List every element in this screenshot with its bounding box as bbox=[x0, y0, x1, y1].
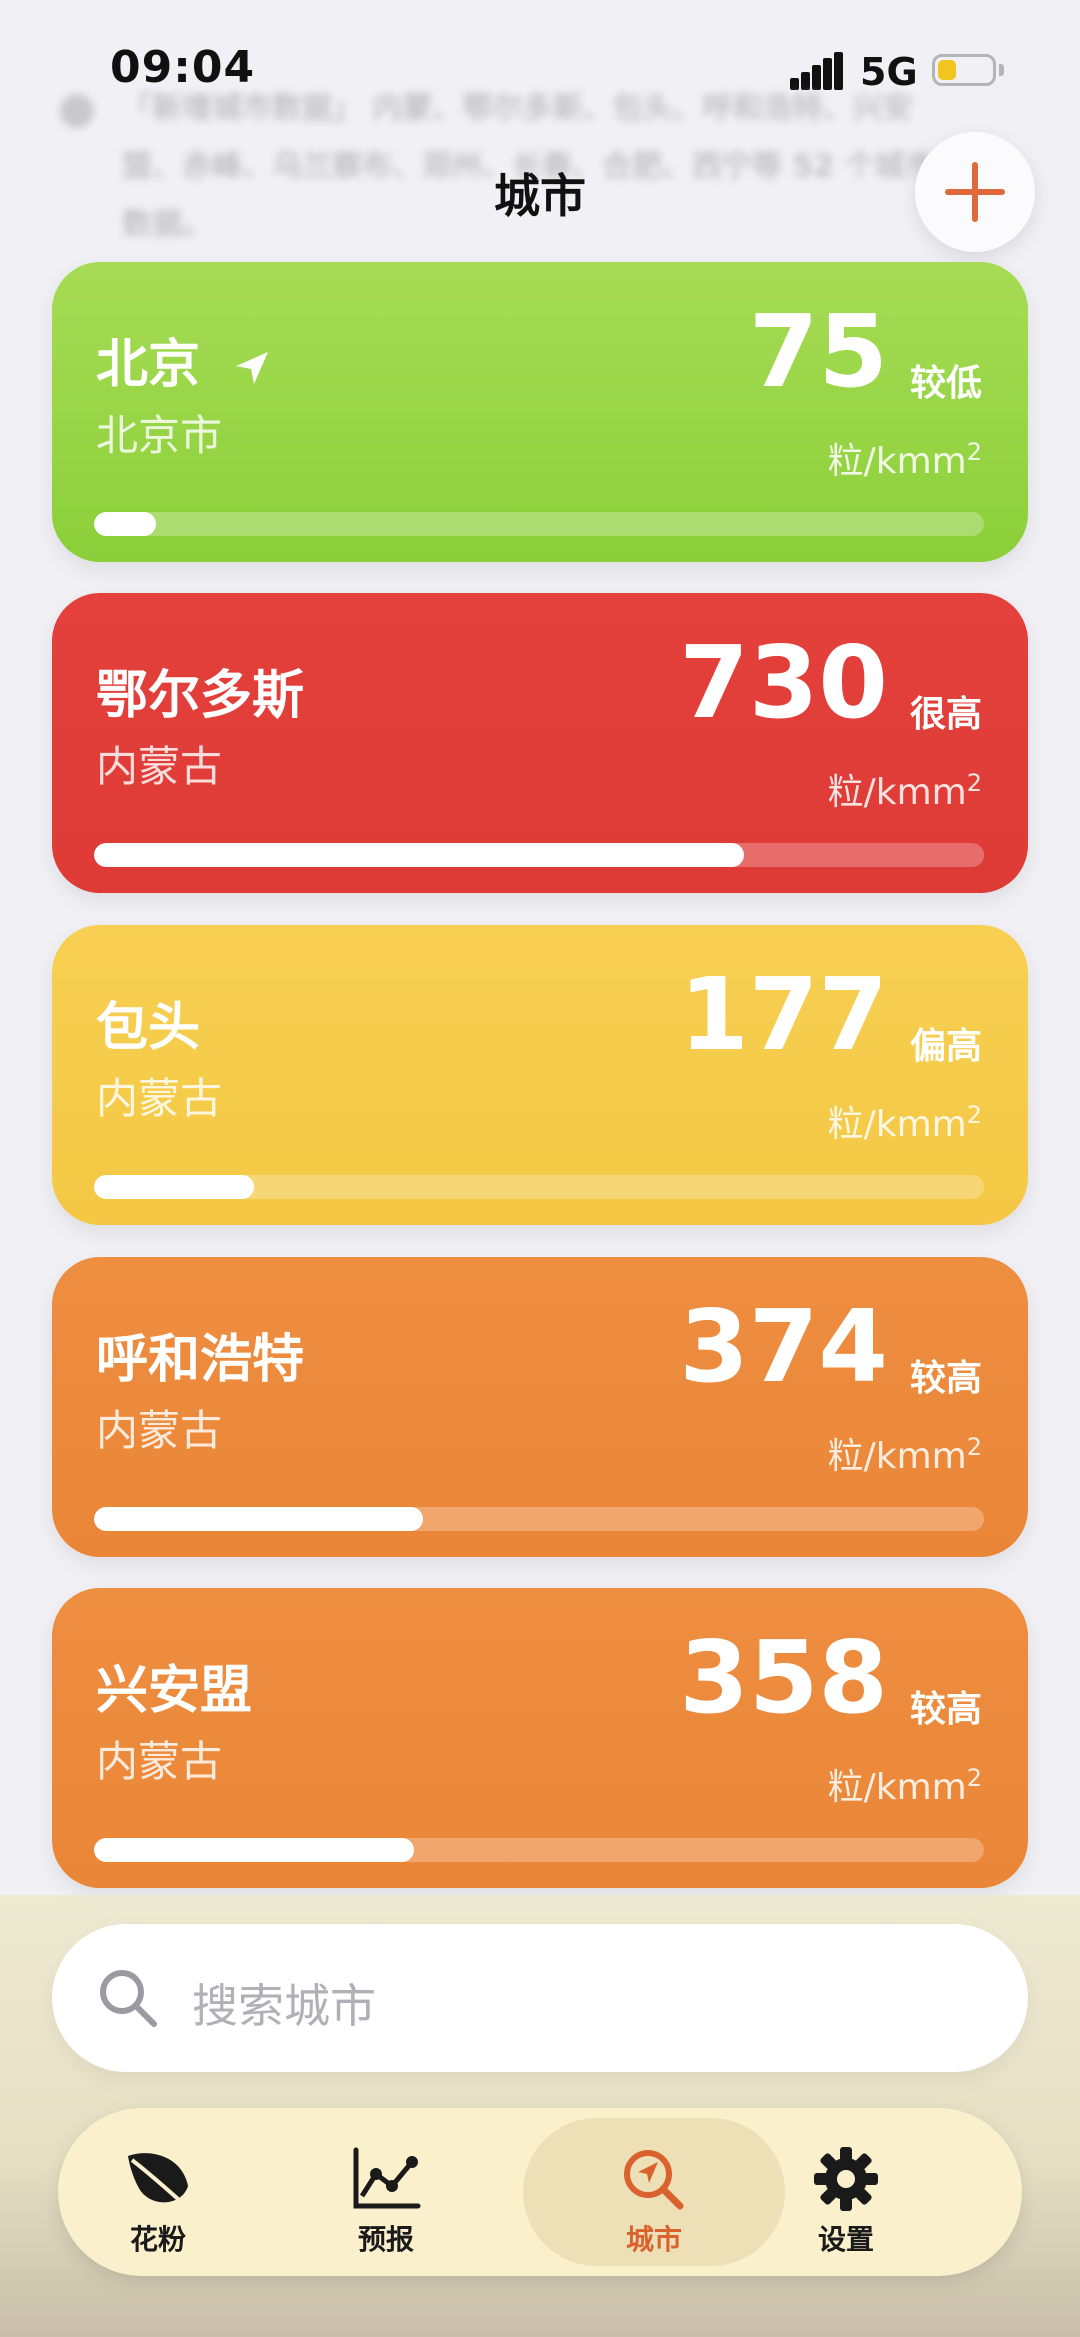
pollen-level: 较高 bbox=[909, 1689, 982, 1730]
city-card-ordos[interactable]: 鄂尔多斯 内蒙古 730 很高 粒/kmm2 bbox=[52, 593, 1028, 893]
city-name: 呼和浩特 bbox=[96, 1330, 305, 1390]
tab-label: 设置 bbox=[817, 2223, 874, 2256]
city-region: 内蒙古 bbox=[96, 742, 223, 791]
city-card-hinggan[interactable]: 兴安盟 内蒙古 358 较高 粒/kmm2 bbox=[52, 1588, 1028, 1888]
pollen-value: 374 bbox=[679, 1288, 888, 1405]
tab-forecast[interactable]: 预报 bbox=[286, 2118, 486, 2266]
pollen-progress-fill bbox=[94, 512, 157, 536]
pollen-unit: 粒/kmm2 bbox=[827, 1764, 982, 1808]
pollen-level: 很高 bbox=[909, 694, 982, 735]
notice-icon bbox=[60, 94, 94, 128]
pollen-value: 730 bbox=[679, 624, 888, 741]
pollen-unit: 粒/kmm2 bbox=[827, 438, 982, 482]
tab-bar: 花粉 预报 城市 设置 bbox=[58, 2108, 1022, 2276]
pollen-level: 较低 bbox=[909, 363, 982, 404]
pollen-unit: 粒/kmm2 bbox=[827, 769, 982, 813]
tab-label: 花粉 bbox=[129, 2223, 186, 2256]
city-name: 包头 bbox=[96, 998, 201, 1058]
search-icon bbox=[100, 1970, 157, 2027]
pollen-level: 较高 bbox=[909, 1358, 982, 1399]
pollen-unit: 粒/kmm2 bbox=[827, 1433, 982, 1477]
city-card-beijing[interactable]: 北京 北京市 75 较低 粒/kmm2 bbox=[52, 262, 1028, 562]
chart-line-icon bbox=[353, 2147, 421, 2209]
pollen-progress-fill bbox=[94, 1507, 424, 1531]
search-input[interactable]: 搜索城市 bbox=[192, 1970, 376, 2036]
city-name: 鄂尔多斯 bbox=[96, 666, 305, 726]
city-region: 内蒙古 bbox=[96, 1406, 223, 1455]
search-bar[interactable]: 搜索城市 bbox=[52, 1924, 1028, 2072]
city-region: 内蒙古 bbox=[96, 1074, 223, 1123]
pollen-level: 偏高 bbox=[909, 1026, 982, 1067]
pollen-value: 177 bbox=[679, 956, 888, 1073]
city-card-hohhot[interactable]: 呼和浩特 内蒙古 374 较高 粒/kmm2 bbox=[52, 1257, 1028, 1557]
tab-label: 预报 bbox=[357, 2223, 414, 2256]
leaf-icon bbox=[128, 2153, 190, 2210]
city-card-baotou[interactable]: 包头 内蒙古 177 偏高 粒/kmm2 bbox=[52, 925, 1028, 1225]
battery-cap bbox=[999, 64, 1004, 76]
gear-icon bbox=[814, 2147, 878, 2211]
pollen-unit: 粒/kmm2 bbox=[827, 1101, 982, 1145]
city-region: 北京市 bbox=[96, 411, 223, 460]
location-search-icon bbox=[624, 2150, 684, 2210]
pollen-progress-track bbox=[94, 512, 984, 536]
tab-settings[interactable]: 设置 bbox=[746, 2118, 946, 2266]
pollen-value: 75 bbox=[748, 293, 888, 410]
city-region: 内蒙古 bbox=[96, 1737, 223, 1786]
pollen-progress-track bbox=[94, 1175, 984, 1199]
location-arrow-icon bbox=[236, 352, 269, 384]
pollen-progress-fill bbox=[94, 1838, 415, 1862]
pollen-progress-fill bbox=[94, 1175, 255, 1199]
pollen-progress-fill bbox=[94, 843, 744, 867]
add-city-button[interactable] bbox=[915, 132, 1035, 252]
cities-screen: 09:04 5G 「新增城市数据」 内蒙、鄂尔多斯、包头、呼和浩特、兴安盟、赤峰… bbox=[0, 0, 1080, 2337]
city-name: 北京 bbox=[96, 335, 201, 395]
pollen-progress-track bbox=[94, 843, 984, 867]
pollen-progress-track bbox=[94, 1507, 984, 1531]
pollen-value: 358 bbox=[679, 1619, 888, 1736]
city-name: 兴安盟 bbox=[96, 1661, 253, 1721]
pollen-progress-track bbox=[94, 1838, 984, 1862]
tab-pollen[interactable]: 花粉 bbox=[58, 2118, 258, 2266]
